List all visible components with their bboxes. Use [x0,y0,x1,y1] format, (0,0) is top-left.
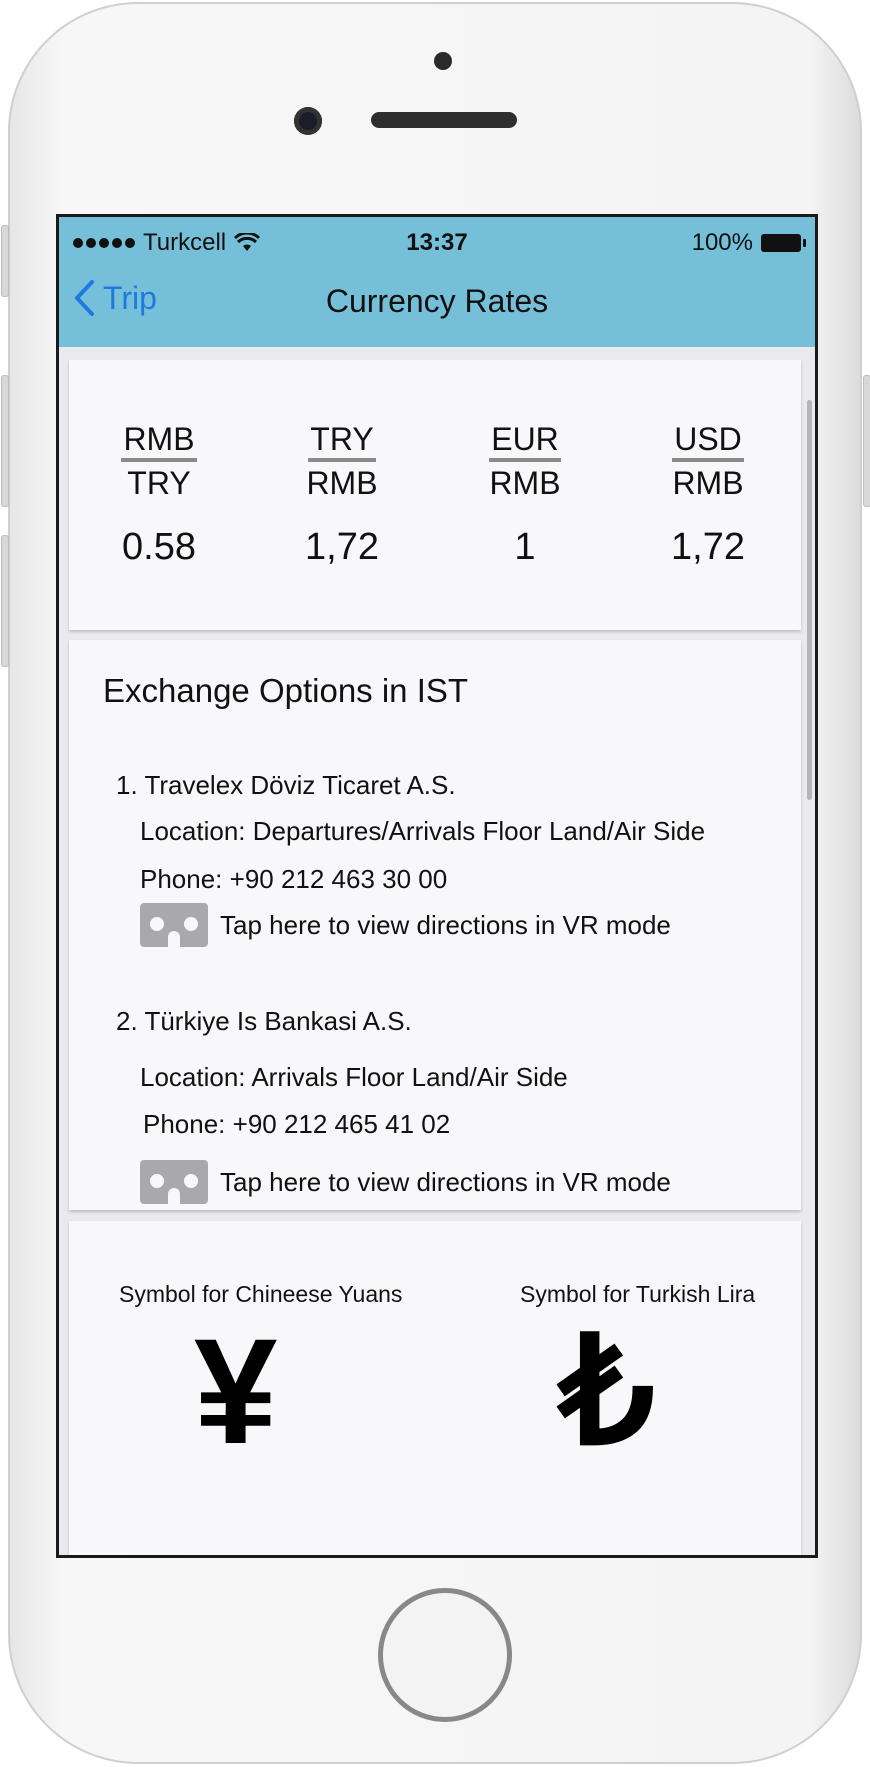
rate-rmb-try: RMB TRY 0.58 [99,420,219,569]
currency-symbols-card: Symbol for Chineese Yuans ¥ Symbol for T… [69,1221,801,1555]
rate-numerator: RMB [121,420,197,462]
exchange-title: Exchange Options in IST [103,672,469,709]
exchange-options-card: Exchange Options in IST 1. Travelex Dövi… [69,640,801,1210]
rate-numerator: USD [672,420,744,462]
front-camera [294,107,322,135]
vr-directions-label: Tap here to view directions in VR mode [220,909,671,940]
rate-value: 0.58 [122,526,196,568]
vr-headset-icon [140,1160,208,1204]
earpiece-speaker [371,112,517,128]
screen: Turkcell 13:37 100% Trip Currency Rates [56,214,818,1558]
yuan-symbol: ¥ [194,1307,278,1475]
navigation-bar: Turkcell 13:37 100% Trip Currency Rates [59,217,815,347]
lira-symbol: ₺ [559,1307,655,1475]
scrollbar[interactable] [807,400,812,800]
vr-directions-button[interactable]: Tap here to view directions in VR mode [140,903,671,947]
power-button[interactable] [863,375,870,507]
rate-value: 1,72 [671,526,745,568]
proximity-sensor [434,52,452,70]
volume-up-button[interactable] [1,375,9,507]
option-location: Location: Arrivals Floor Land/Air Side [140,1062,568,1092]
rate-denominator: RMB [489,465,561,501]
rate-numerator: TRY [308,420,376,462]
rate-denominator: RMB [672,465,744,501]
home-button[interactable] [378,1588,512,1722]
option-phone[interactable]: Phone: +90 212 463 30 00 [140,864,447,895]
vr-directions-label: Tap here to view directions in VR mode [220,1166,671,1197]
mute-switch[interactable] [1,225,9,297]
page-title: Currency Rates [325,283,549,319]
rate-denominator: TRY [127,465,191,501]
status-bar: Turkcell 13:37 100% [59,229,815,256]
rate-eur-rmb: EUR RMB 1 [465,420,585,569]
rate-denominator: RMB [306,465,378,501]
rate-value: 1 [514,526,536,568]
option-location: Location: Departures/Arrivals Floor Land… [140,816,706,846]
rate-value: 1,72 [305,526,379,568]
vr-headset-icon [140,903,208,947]
rate-try-rmb: TRY RMB 1,72 [282,420,402,569]
volume-down-button[interactable] [1,535,9,667]
rate-numerator: EUR [489,420,561,462]
battery-percent: 100% [691,229,753,256]
vr-directions-button[interactable]: Tap here to view directions in VR mode [140,1160,671,1204]
rate-usd-rmb: USD RMB 1,72 [648,420,768,569]
option-name: 2. Türkiye Is Bankasi A.S. [116,1006,412,1036]
option-name: 1. Travelex Döviz Ticaret A.S. [116,770,456,800]
battery-icon [761,234,806,252]
rates-card: RMB TRY 0.58 TRY RMB 1,72 EUR RMB 1 USD … [69,360,801,630]
option-phone[interactable]: Phone: +90 212 465 41 02 [143,1109,450,1140]
